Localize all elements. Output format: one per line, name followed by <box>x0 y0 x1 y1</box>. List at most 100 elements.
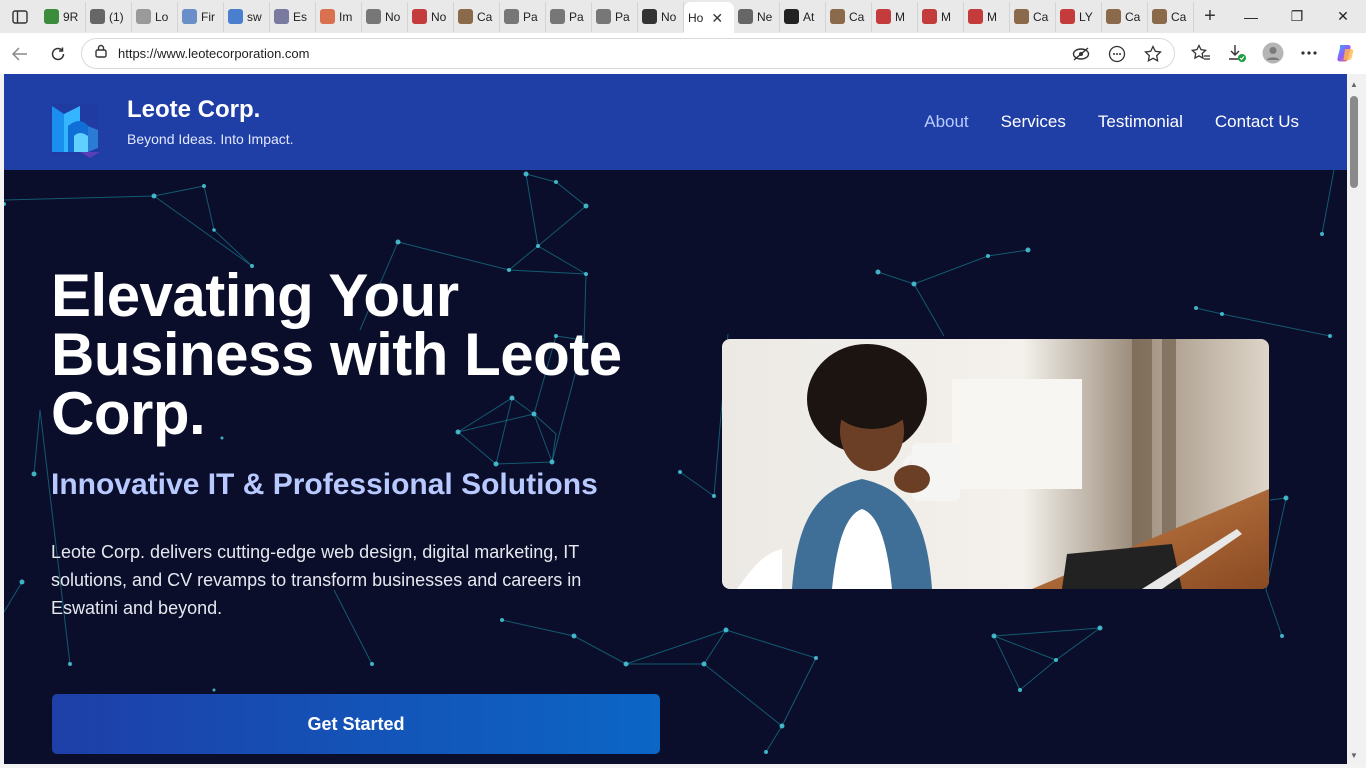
scroll-up-icon[interactable]: ▲ <box>1350 80 1358 89</box>
browser-tab[interactable]: M <box>964 1 1010 32</box>
tab-label: No <box>661 9 677 24</box>
tab-label: Pa <box>569 9 584 24</box>
favorite-star-icon[interactable] <box>1142 43 1164 65</box>
close-window-button[interactable]: ✕ <box>1320 0 1366 33</box>
globe-icon <box>642 9 657 24</box>
people-icon <box>458 9 473 24</box>
brand-name[interactable]: Leote Corp. <box>127 96 260 124</box>
tab-label: Ho <box>688 11 704 25</box>
tab-label: Pa <box>523 9 538 24</box>
cloud-icon <box>182 9 197 24</box>
get-started-button[interactable]: Get Started <box>52 694 660 754</box>
pdf-icon <box>876 9 891 24</box>
sidebar-toggle-icon[interactable] <box>0 0 40 33</box>
scroll-down-icon[interactable]: ▼ <box>1350 751 1358 760</box>
people-icon <box>830 9 845 24</box>
maximize-button[interactable]: ❐ <box>1274 0 1320 33</box>
close-tab-icon[interactable]: ✕ <box>711 10 723 27</box>
tab-label: sw <box>247 9 262 24</box>
app-icon <box>44 9 59 24</box>
browser-tab[interactable]: M <box>872 1 918 32</box>
refresh-icon[interactable] <box>40 38 76 70</box>
tab-label: (1) <box>109 9 124 24</box>
pdf-icon <box>412 9 427 24</box>
document-icon <box>136 9 151 24</box>
search-icon <box>228 9 243 24</box>
browser-tab[interactable]: sw <box>224 1 270 32</box>
people-icon <box>1152 9 1167 24</box>
copilot-icon[interactable] <box>1334 42 1356 64</box>
tab-label: LY <box>1079 9 1093 24</box>
browser-tab[interactable]: 9R <box>40 1 86 32</box>
browser-tab[interactable]: Ca <box>454 1 500 32</box>
browser-tab[interactable]: Im <box>316 1 362 32</box>
site-header: Leote Corp. Beyond Ideas. Into Impact. A… <box>4 74 1347 170</box>
browser-tab[interactable]: Pa <box>546 1 592 32</box>
browser-tab[interactable]: Pa <box>592 1 638 32</box>
scroll-thumb[interactable] <box>1350 96 1358 188</box>
tab-label: M <box>895 9 905 24</box>
hero-description: Leote Corp. delivers cutting-edge web de… <box>51 542 582 618</box>
browser-tab[interactable]: No <box>408 1 454 32</box>
browser-tab[interactable]: Ca <box>1010 1 1056 32</box>
globe-icon <box>504 9 519 24</box>
browser-tab[interactable]: M <box>918 1 964 32</box>
profile-avatar-icon[interactable] <box>1262 42 1284 64</box>
tab-label: M <box>941 9 951 24</box>
browser-tab[interactable]: LY <box>1056 1 1102 32</box>
browser-tab[interactable]: Pa <box>500 1 546 32</box>
nav-about-link[interactable]: About <box>924 112 968 132</box>
minimize-button[interactable]: — <box>1228 0 1274 33</box>
page-viewport: Leote Corp. Beyond Ideas. Into Impact. A… <box>4 74 1347 764</box>
tab-strip: 9R (1) Lo Fir sw Es Im No No Ca Pa Pa Pa No Ho ✕ Ne At Ca M… <box>40 0 1194 35</box>
openai-icon <box>784 9 799 24</box>
notification-icon <box>90 9 105 24</box>
tab-label: Im <box>339 9 353 24</box>
browser-tab[interactable]: Lo <box>132 1 178 32</box>
tracking-prevention-icon[interactable] <box>1070 43 1092 65</box>
image-icon <box>274 9 289 24</box>
new-tab-button[interactable]: + <box>1194 2 1226 32</box>
tab-label: Ca <box>1125 9 1141 24</box>
browser-tab[interactable]: Ca <box>826 1 872 32</box>
browser-tab[interactable]: Ne <box>734 1 780 32</box>
url-text[interactable]: https://www.leotecorporation.com <box>118 46 309 61</box>
newspaper-icon <box>738 9 753 24</box>
tab-label: Pa <box>615 9 630 24</box>
nav-contact-link[interactable]: Contact Us <box>1215 112 1299 132</box>
address-bar[interactable]: https://www.leotecorporation.com <box>81 38 1175 69</box>
reading-mode-icon[interactable] <box>1106 43 1128 65</box>
browser-tab[interactable]: Fir <box>178 1 224 32</box>
people-icon <box>1106 9 1121 24</box>
globe-icon <box>596 9 611 24</box>
tab-label: No <box>385 9 401 24</box>
hero-section: Elevating Your Business with Leote Corp.… <box>4 170 1347 764</box>
browser-tab[interactable]: At <box>780 1 826 32</box>
brand-tagline: Beyond Ideas. Into Impact. <box>127 131 294 147</box>
asterisk-icon <box>320 9 335 24</box>
leote-logo-icon[interactable] <box>50 96 108 158</box>
browser-tab[interactable]: Es <box>270 1 316 32</box>
nav-services-link[interactable]: Services <box>1001 112 1066 132</box>
browser-tab[interactable]: No <box>362 1 408 32</box>
browser-tab-active[interactable]: Ho ✕ <box>684 1 734 35</box>
tab-label: No <box>431 9 447 24</box>
site-info-icon[interactable] <box>94 44 108 63</box>
browser-tab[interactable]: Ca <box>1148 1 1194 32</box>
browser-tab[interactable]: Ca <box>1102 1 1148 32</box>
browser-tab[interactable]: (1) <box>86 1 132 32</box>
tab-label: Ca <box>1033 9 1049 24</box>
tab-label: M <box>987 9 997 24</box>
favorites-icon[interactable] <box>1190 42 1212 64</box>
downloads-icon[interactable] <box>1226 42 1248 64</box>
pdf-icon <box>922 9 937 24</box>
back-icon[interactable] <box>2 38 38 70</box>
tab-label: Ne <box>757 9 773 24</box>
nav-testimonial-link[interactable]: Testimonial <box>1098 112 1183 132</box>
browser-tab[interactable]: No <box>638 1 684 32</box>
page-scrollbar[interactable]: ▲ ▼ <box>1347 74 1366 764</box>
more-options-icon[interactable] <box>1298 42 1320 64</box>
tab-label: Fir <box>201 9 215 24</box>
tab-label: Lo <box>155 9 169 24</box>
people-icon <box>1014 9 1029 24</box>
